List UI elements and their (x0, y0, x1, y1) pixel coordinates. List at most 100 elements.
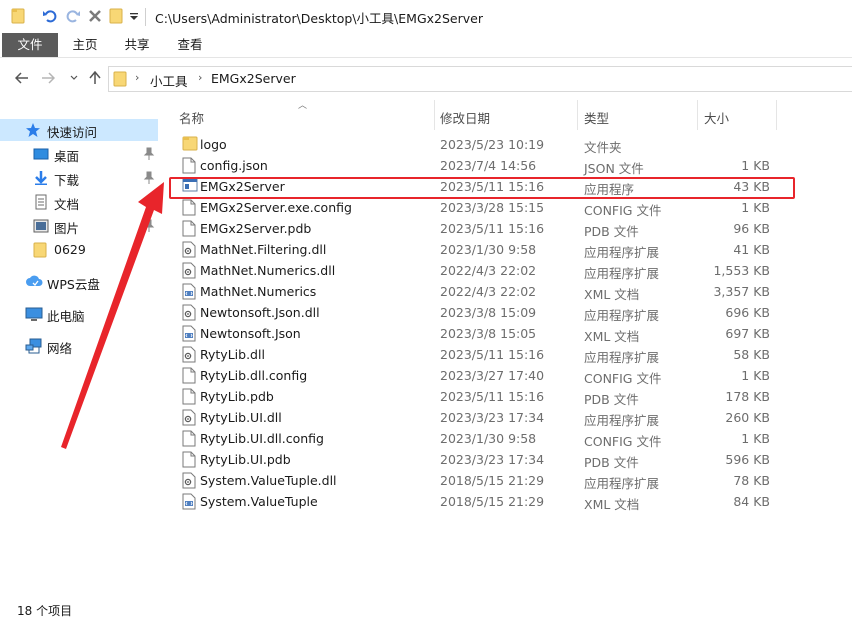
up-arrow-icon[interactable] (87, 70, 103, 86)
column-header-date[interactable]: 修改日期 (440, 108, 490, 127)
file-type: 应用程序扩展 (584, 413, 660, 428)
file-type: 文件夹 (584, 140, 622, 155)
column-divider[interactable] (434, 100, 435, 130)
xml-icon (182, 325, 198, 342)
address-bar[interactable]: › 小工具 › EMGx2Server (108, 66, 852, 92)
file-icon (182, 199, 198, 216)
column-header-type[interactable]: 类型 (584, 108, 609, 127)
file-date: 2022/4/3 22:02 (440, 263, 537, 278)
tab-file[interactable]: 文件 (2, 33, 58, 57)
file-row-rytylib-pdb[interactable]: RytyLib.pdb 2023/5/11 15:16 PDB 文件 178 KB (170, 386, 800, 407)
file-date: 2023/5/11 15:16 (440, 347, 545, 362)
dll-icon (182, 472, 198, 489)
file-row-emgx2server-pdb[interactable]: EMGx2Server.pdb 2023/5/11 15:16 PDB 文件 96 K… (170, 218, 800, 239)
file-date: 2023/3/8 15:05 (440, 326, 537, 341)
navigation-bar: › 小工具 › EMGx2Server (0, 58, 852, 100)
nav-this-pc[interactable]: 此电脑 (0, 303, 158, 325)
back-arrow-icon[interactable] (14, 70, 30, 86)
file-row-emgx2server-exe-config[interactable]: EMGx2Server.exe.config 2023/3/28 15:15 CON… (170, 197, 800, 218)
file-name: MathNet.Numerics (200, 284, 317, 299)
recent-chevron-icon[interactable] (66, 70, 82, 86)
new-folder-icon[interactable] (109, 7, 123, 25)
file-date: 2023/7/4 14:56 (440, 158, 537, 173)
column-divider[interactable] (776, 100, 777, 130)
file-size: 178 KB (725, 389, 770, 404)
nav-wps-cloud[interactable]: WPS云盘 (0, 271, 158, 293)
pin-icon[interactable] (143, 147, 155, 161)
column-header-size[interactable]: 大小 (704, 108, 729, 127)
close-icon[interactable] (87, 7, 103, 25)
nav-item-desktop[interactable]: 桌面 (0, 143, 158, 165)
file-type: PDB 文件 (584, 455, 639, 470)
file-row-rytylib-ui-dll-config[interactable]: RytyLib.UI.dll.config 2023/1/30 9:58 CONFI… (170, 428, 800, 449)
file-row-logo[interactable]: logo 2023/5/23 10:19 文件夹 (170, 134, 800, 155)
file-icon (182, 388, 198, 405)
nav-item-downloads[interactable]: 下载 (0, 167, 158, 189)
file-row-mathnet-numerics[interactable]: MathNet.Numerics 2022/4/3 22:02 XML 文档 3,35… (170, 281, 800, 302)
file-type: 应用程序扩展 (584, 476, 660, 491)
file-name: RytyLib.UI.dll (200, 410, 282, 425)
file-type: PDB 文件 (584, 392, 639, 407)
file-name: MathNet.Filtering.dll (200, 242, 327, 257)
chevron-down-icon[interactable] (128, 7, 140, 25)
file-icon (182, 367, 198, 384)
nav-item-0629[interactable]: 0629 (0, 239, 158, 261)
file-date: 2023/1/30 9:58 (440, 431, 537, 446)
file-size: 58 KB (733, 347, 770, 362)
sort-up-icon: ︿ (298, 101, 308, 111)
pin-icon[interactable] (143, 195, 155, 209)
pin-icon[interactable] (143, 171, 155, 185)
highlight-box (169, 177, 795, 199)
file-row-mathnet-numerics-dll[interactable]: MathNet.Numerics.dll 2022/4/3 22:02 应用程序扩展… (170, 260, 800, 281)
file-row-newtonsoft-json[interactable]: Newtonsoft.Json 2023/3/8 15:05 XML 文档 697 K… (170, 323, 800, 344)
file-row-rytylib-ui-dll[interactable]: RytyLib.UI.dll 2023/3/23 17:34 应用程序扩展 260 K… (170, 407, 800, 428)
nav-item-pictures[interactable]: 图片 (0, 215, 158, 237)
file-name: Newtonsoft.Json.dll (200, 305, 320, 320)
column-divider[interactable] (697, 100, 698, 130)
column-divider[interactable] (577, 100, 578, 130)
file-size: 84 KB (733, 494, 770, 509)
dll-icon (182, 409, 198, 426)
file-row-system-valuetuple-dll[interactable]: System.ValueTuple.dll 2018/5/15 21:29 应用程序… (170, 470, 800, 491)
file-type: 应用程序扩展 (584, 308, 660, 323)
file-date: 2023/1/30 9:58 (440, 242, 537, 257)
dll-icon (182, 304, 198, 321)
file-size: 697 KB (725, 326, 770, 341)
window-title: C:\Users\Administrator\Desktop\小工具\EMGx2… (155, 11, 483, 26)
file-size: 41 KB (733, 242, 770, 257)
computer-icon (25, 306, 43, 322)
nav-scrollbar[interactable] (160, 100, 170, 595)
breadcrumb-chevron-icon[interactable]: › (135, 71, 139, 84)
file-row-config-json[interactable]: config.json 2023/7/4 14:56 JSON 文件 1 KB (170, 155, 800, 176)
folder-icon (10, 7, 26, 25)
column-header-name[interactable]: 名称 (179, 108, 204, 127)
download-icon (33, 170, 49, 186)
forward-arrow-icon[interactable] (40, 70, 56, 86)
file-type: 应用程序扩展 (584, 245, 660, 260)
file-row-rytylib-dll[interactable]: RytyLib.dll 2023/5/11 15:16 应用程序扩展 58 KB (170, 344, 800, 365)
tab-view[interactable]: 查看 (175, 33, 205, 57)
undo-icon[interactable] (41, 7, 59, 25)
breadcrumb-chevron-icon[interactable]: › (198, 71, 202, 84)
nav-item-documents[interactable]: 文档 (0, 191, 158, 213)
redo-icon[interactable] (64, 7, 82, 25)
nav-network[interactable]: 网络 (0, 335, 158, 357)
tab-home[interactable]: 主页 (70, 33, 100, 57)
file-row-newtonsoft-json-dll[interactable]: Newtonsoft.Json.dll 2023/3/8 15:09 应用程序扩展 6… (170, 302, 800, 323)
file-size: 3,357 KB (713, 284, 770, 299)
breadcrumb-item[interactable]: EMGx2Server (211, 71, 296, 86)
file-size: 1 KB (741, 200, 770, 215)
breadcrumb-item[interactable]: 小工具 (150, 71, 188, 90)
nav-quick-access[interactable]: 快速访问 (0, 119, 158, 141)
file-row-rytylib-dll-config[interactable]: RytyLib.dll.config 2023/3/27 17:40 CONFIG … (170, 365, 800, 386)
tab-share[interactable]: 共享 (122, 33, 152, 57)
file-name: RytyLib.dll (200, 347, 265, 362)
pin-icon[interactable] (143, 219, 155, 233)
file-size: 596 KB (725, 452, 770, 467)
folder-icon (113, 71, 127, 90)
desktop-icon (33, 146, 49, 162)
file-row-rytylib-ui-pdb[interactable]: RytyLib.UI.pdb 2023/3/23 17:34 PDB 文件 596 K… (170, 449, 800, 470)
file-row-mathnet-filtering-dll[interactable]: MathNet.Filtering.dll 2023/1/30 9:58 应用程序扩… (170, 239, 800, 260)
dll-icon (182, 241, 198, 258)
file-row-system-valuetuple[interactable]: System.ValueTuple 2018/5/15 21:29 XML 文档 84… (170, 491, 800, 512)
